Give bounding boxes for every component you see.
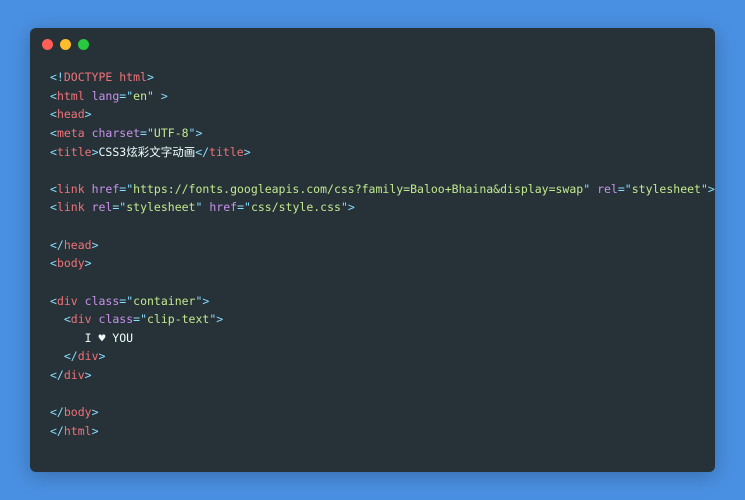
code-line: <div class="clip-text"> bbox=[50, 312, 223, 326]
editor-window: <!DOCTYPE html> <html lang="en" > <head>… bbox=[30, 28, 715, 472]
code-line: <!DOCTYPE html> bbox=[50, 70, 154, 84]
close-icon[interactable] bbox=[42, 39, 53, 50]
code-line: </div> bbox=[50, 349, 105, 363]
code-line: </body> bbox=[50, 405, 99, 419]
code-line: <link rel="stylesheet" href="css/style.c… bbox=[50, 200, 355, 214]
window-titlebar bbox=[30, 28, 715, 60]
code-line: <meta charset="UTF-8"> bbox=[50, 126, 202, 140]
code-line: <body> bbox=[50, 256, 92, 270]
code-line: </html> bbox=[50, 424, 99, 438]
code-line: <title>CSS3炫彩文字动画</title> bbox=[50, 145, 251, 159]
code-editor[interactable]: <!DOCTYPE html> <html lang="en" > <head>… bbox=[30, 60, 715, 461]
code-line: <head> bbox=[50, 107, 92, 121]
minimize-icon[interactable] bbox=[60, 39, 71, 50]
code-line: </head> bbox=[50, 238, 99, 252]
maximize-icon[interactable] bbox=[78, 39, 89, 50]
code-line: I ♥ YOU bbox=[50, 331, 133, 345]
code-line: </div> bbox=[50, 368, 92, 382]
code-line: <div class="container"> bbox=[50, 294, 209, 308]
code-line: <html lang="en" > bbox=[50, 89, 168, 103]
code-line: <link href="https://fonts.googleapis.com… bbox=[50, 182, 715, 196]
